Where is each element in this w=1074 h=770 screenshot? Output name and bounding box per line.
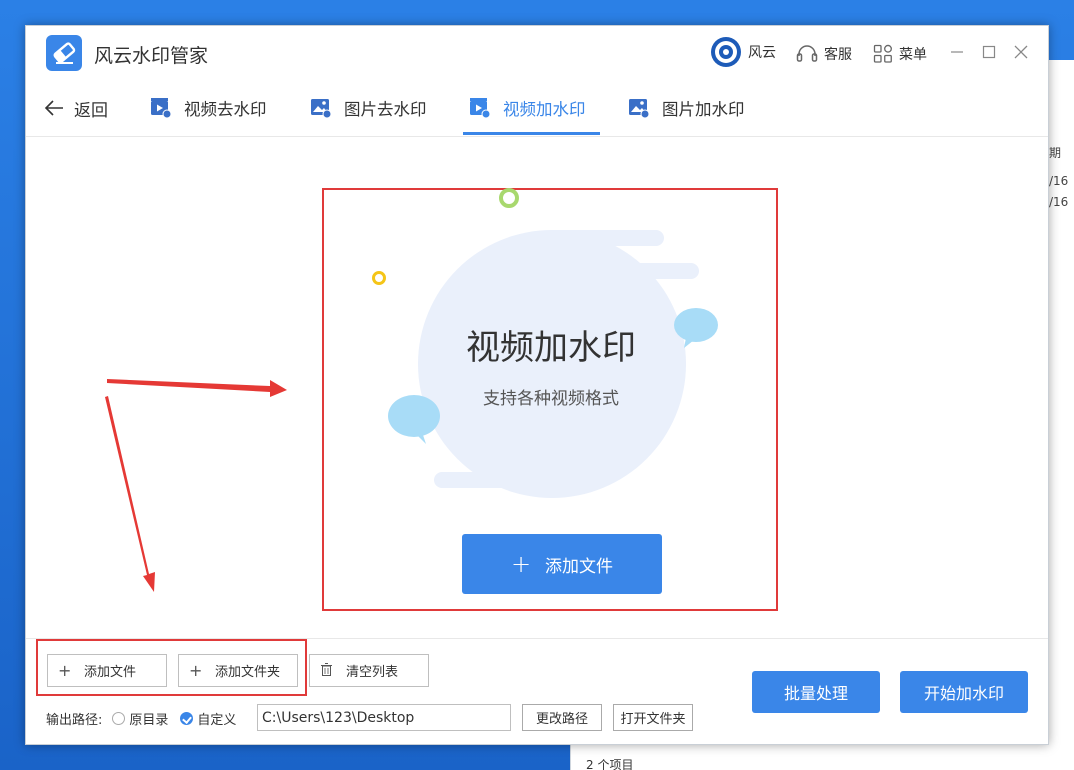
drop-zone-title: 视频加水印 <box>466 328 636 368</box>
image-icon <box>311 99 332 119</box>
decor-ring-green <box>499 188 519 208</box>
add-file-button[interactable]: + 添加文件 <box>47 654 167 687</box>
tab-label: 图片去水印 <box>344 100 427 119</box>
video-icon <box>151 98 172 119</box>
change-path-button[interactable]: 更改路径 <box>522 704 602 731</box>
account-label: 风云 <box>748 45 776 61</box>
radio-custom-label: 自定义 <box>197 712 237 728</box>
tab-bar: 返回 视频去水印 图片去水印 视频加水印 图片加水印 <box>26 81 1048 137</box>
app-title: 风云水印管家 <box>94 45 209 67</box>
output-path-label: 输出路径: <box>46 712 103 728</box>
explorer-date: /16 <box>1049 174 1069 188</box>
radio-circle-checked <box>180 711 194 725</box>
plus-icon: + <box>510 550 532 578</box>
radio-original-label: 原目录 <box>129 712 169 728</box>
app-window: 风云水印管家 风云 客服 菜单 返回 视频去水印 图片去水印 视频加水印 图片加… <box>25 25 1049 745</box>
radio-custom-dir[interactable]: 自定义 <box>180 709 236 728</box>
active-tab-indicator <box>463 132 600 135</box>
plus-icon: + <box>58 661 72 680</box>
minimize-icon <box>951 51 963 53</box>
tab-label: 图片加水印 <box>662 100 745 119</box>
eraser-icon <box>53 42 76 64</box>
decor-ring-yellow <box>372 271 386 285</box>
grid-menu-icon <box>873 44 892 63</box>
add-folder-button[interactable]: + 添加文件夹 <box>178 654 298 687</box>
menu-label: 菜单 <box>899 47 927 63</box>
radio-circle <box>112 711 126 725</box>
back-button[interactable]: 返回 <box>44 95 108 121</box>
radio-original-dir[interactable]: 原目录 <box>112 709 168 728</box>
add-file-primary-button[interactable]: + 添加文件 <box>462 534 662 594</box>
menu-button[interactable]: 菜单 <box>873 41 927 67</box>
add-file-primary-label: 添加文件 <box>545 556 614 577</box>
decor-cloud <box>434 472 554 488</box>
file-drop-zone[interactable]: 视频加水印 支持各种视频格式 + 添加文件 <box>322 188 778 611</box>
start-watermark-button[interactable]: 开始加水印 <box>900 671 1028 713</box>
maximize-icon <box>982 45 996 59</box>
app-logo <box>46 35 82 71</box>
headset-icon <box>796 45 818 62</box>
explorer-date: /16 <box>1049 195 1069 209</box>
clear-list-label: 清空列表 <box>346 665 399 680</box>
tab-image-add-watermark[interactable]: 图片加水印 <box>628 93 745 123</box>
explorer-status: 2 个项目 <box>586 758 634 770</box>
customer-service-label: 客服 <box>824 47 852 63</box>
arrow-left-icon <box>44 100 63 116</box>
tab-image-remove-watermark[interactable]: 图片去水印 <box>310 93 427 123</box>
trash-icon <box>320 661 332 680</box>
user-avatar-icon <box>711 37 741 67</box>
title-bar: 风云水印管家 风云 客服 菜单 <box>26 26 1048 81</box>
clear-list-button[interactable]: 清空列表 <box>309 654 429 687</box>
plus-icon: + <box>189 661 203 680</box>
image-icon <box>629 99 650 119</box>
batch-process-button[interactable]: 批量处理 <box>752 671 880 713</box>
tab-video-add-watermark[interactable]: 视频加水印 <box>469 93 586 123</box>
back-label: 返回 <box>74 100 108 121</box>
close-button[interactable] <box>1010 41 1032 63</box>
tab-label: 视频加水印 <box>503 100 586 119</box>
customer-service-button[interactable]: 客服 <box>796 41 852 67</box>
add-folder-label: 添加文件夹 <box>215 665 281 680</box>
maximize-button[interactable] <box>978 41 1000 63</box>
minimize-button[interactable] <box>946 41 968 63</box>
open-folder-button[interactable]: 打开文件夹 <box>613 704 693 731</box>
tab-label: 视频去水印 <box>184 100 267 119</box>
drop-zone-subtitle: 支持各种视频格式 <box>483 389 619 409</box>
output-path-input[interactable] <box>257 704 511 731</box>
close-icon <box>1014 45 1028 59</box>
account-button[interactable]: 风云 <box>710 37 776 67</box>
video-icon <box>470 98 491 119</box>
explorer-column-header: 期 <box>1049 146 1062 160</box>
add-file-label: 添加文件 <box>84 665 137 680</box>
output-path-row: 输出路径: 原目录 自定义 <box>46 704 236 732</box>
tab-video-remove-watermark[interactable]: 视频去水印 <box>150 93 267 123</box>
